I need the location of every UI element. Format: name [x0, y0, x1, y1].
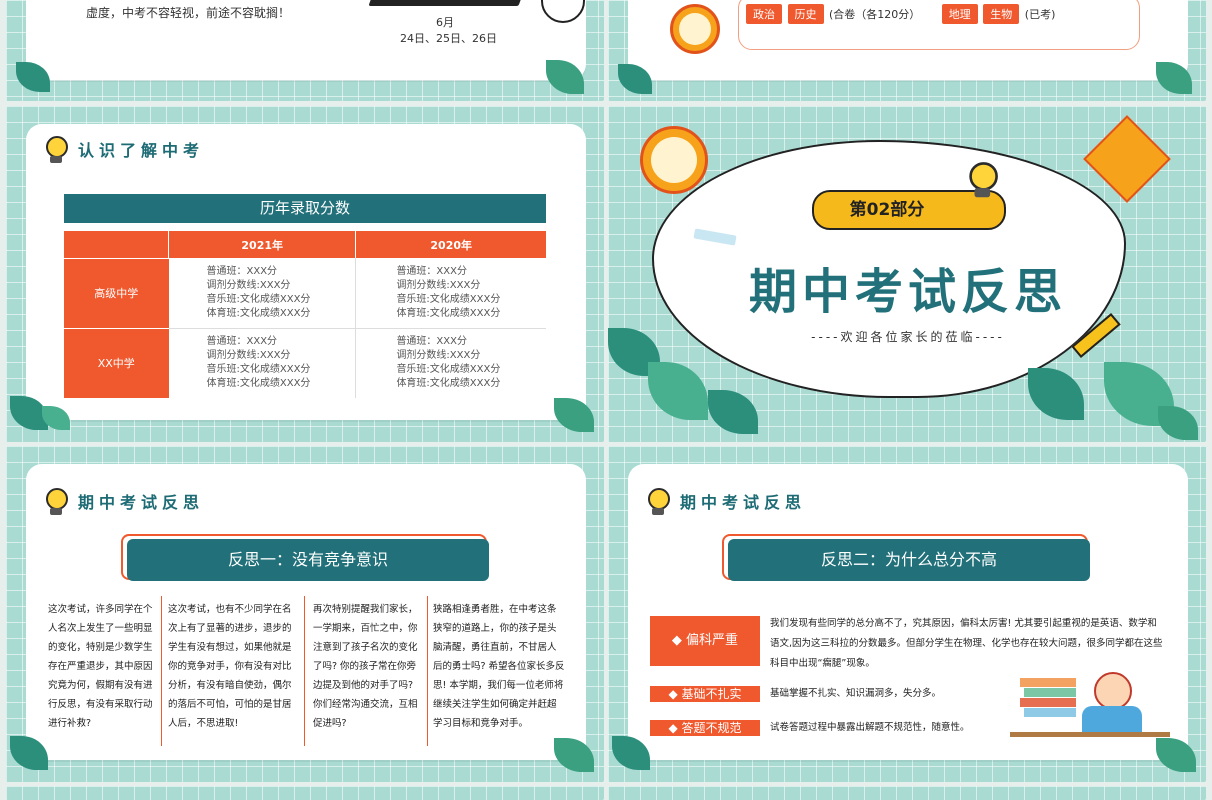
exam-date-graphic	[368, 0, 524, 6]
slide-5-thumbnail[interactable]: 期中考试反思 反思一：没有竞争意识 这次考试，许多同学在个人名次上发生了一些明显…	[6, 446, 604, 782]
section-banner: 反思一：没有竞争意识	[127, 539, 489, 581]
table-header-cell: 2021年	[168, 231, 357, 258]
column-divider	[304, 596, 305, 746]
alarm-clock-icon	[640, 126, 708, 194]
subject-tag: 政治	[746, 4, 782, 24]
kite-icon	[1083, 115, 1171, 203]
column-divider	[427, 596, 428, 746]
subtitle: ----欢迎各位家长的莅临----	[811, 330, 1005, 344]
leaf-decoration	[708, 390, 758, 434]
main-title: 期中考试反思	[748, 264, 1067, 320]
issue-text: 基础掌握不扎实、知识漏洞多，失分多。	[770, 688, 942, 699]
section-header: 期中考试反思	[38, 484, 204, 518]
slide-3-thumbnail[interactable]: 认识了解中考 历年录取分数 2021年 2020年 高级中学 普通班：XXX分调…	[6, 106, 604, 442]
leaf-decoration	[554, 738, 594, 772]
paragraph: 这次考试，许多同学在个人名次上发生了一些明显的变化，特别是少数学生存在严重退步，…	[48, 604, 153, 729]
leaf-decoration	[648, 362, 708, 420]
subject-note: (已考)	[1024, 8, 1056, 21]
lightbulb-icon	[959, 157, 1003, 201]
lightbulb-icon	[640, 484, 674, 518]
date-days: 24日、25日、26日	[400, 32, 497, 45]
slide-2-thumbnail[interactable]: 政治 历史 (合卷（各120分） 地理 生物 (已考)	[608, 0, 1206, 101]
book-icon	[1024, 708, 1076, 717]
paragraph: 这次考试，也有不少同学在名次上有了显著的进步，退步的学生有没有想过，如果他就是你…	[168, 604, 292, 729]
issue-label: ◆ 偏科严重	[650, 616, 760, 666]
section-title: 期中考试反思	[680, 493, 807, 512]
table-cell: 普通班：XXX分 调剂分数线:XXX分 音乐班:文化成绩XXX分 体育班:文化成绩XX…	[168, 328, 357, 398]
issue-text: 试卷答题过程中暴露出解题不规范性，随意性。	[770, 722, 970, 733]
lightbulb-icon	[38, 132, 72, 166]
slide-8-thumbnail[interactable]	[608, 786, 1206, 800]
leaf-decoration	[1156, 738, 1196, 772]
issue-label: ◆ 基础不扎实	[650, 686, 760, 702]
slide-6-thumbnail[interactable]: 期中考试反思 反思二：为什么总分不高 ◆ 偏科严重 我们发现有些同学的总分高不了…	[608, 446, 1206, 782]
alarm-clock-icon	[670, 4, 720, 54]
subject-tags-row: 政治 历史 (合卷（各120分） 地理 生物 (已考)	[746, 4, 1055, 24]
date-month: 6月	[436, 16, 454, 29]
lightbulb-icon	[38, 484, 72, 518]
subject-tag: 生物	[983, 4, 1020, 24]
table-title-bar: 历年录取分数	[64, 194, 546, 223]
slide-7-thumbnail[interactable]	[6, 786, 604, 800]
section-header: 期中考试反思	[640, 484, 806, 518]
section-banner: 反思二：为什么总分不高	[728, 539, 1090, 581]
section-title: 期中考试反思	[78, 493, 205, 512]
table-cell: 普通班：XXX分 调剂分数线:XXX分 音乐班:文化成绩XXX分 体育班:文化成绩XX…	[168, 258, 357, 329]
table-row-label: XX中学	[64, 327, 169, 398]
leaf-decoration	[1158, 406, 1198, 440]
section-title: 认识了解中考	[78, 141, 205, 160]
section-header: 认识了解中考	[38, 132, 204, 166]
desk	[1010, 732, 1170, 737]
slide-1-thumbnail[interactable]: 虚度，中考不容轻视，前途不容耽搁！ 6月 24日、25日、26日	[6, 0, 604, 101]
leaf-decoration	[554, 398, 594, 432]
part-label: 第02部分	[849, 200, 925, 220]
table-cell: 普通班：XXX分 调剂分数线:XXX分 音乐班:文化成绩XXX分 体育班:文化成绩XX…	[355, 258, 546, 329]
subject-tag: 历史	[787, 4, 824, 24]
column-divider	[161, 596, 162, 746]
book-icon	[1020, 678, 1076, 687]
slide-2-card: 政治 历史 (合卷（各120分） 地理 生物 (已考)	[628, 0, 1188, 80]
table-row-label: 高级中学	[64, 257, 169, 328]
issue-text: 我们发现有些同学的总分高不了，究其原因，偏科太厉害! 尤其要引起重视的是英语、数…	[770, 618, 1163, 669]
book-icon	[1020, 698, 1076, 707]
paragraph: 狭路相逢勇者胜，在中考这条狭窄的道路上，你的孩子是头脑清醒，勇往直前，不甘居人后…	[433, 604, 565, 729]
book-icon	[1024, 688, 1076, 697]
leaf-decoration	[1028, 368, 1084, 420]
table-header-cell	[64, 231, 169, 258]
student-head	[1094, 672, 1132, 710]
student-illustration	[1010, 668, 1170, 742]
subject-note: (合卷（各120分）	[829, 8, 921, 21]
clock-edge-icon	[541, 0, 585, 23]
issue-label: ◆ 答题不规范	[650, 720, 760, 736]
slide-1-text: 虚度，中考不容轻视，前途不容耽搁！	[86, 6, 291, 20]
slide-1-card: 虚度，中考不容轻视，前途不容耽搁！ 6月 24日、25日、26日	[26, 0, 586, 80]
subject-tag: 地理	[941, 4, 978, 24]
paragraph: 再次特别提醒我们家长，一学期来，百忙之中，你注意到了孩子名次的变化了吗? 你的孩…	[313, 604, 418, 729]
table-cell: 普通班：XXX分 调剂分数线:XXX分 音乐班:文化成绩XXX分 体育班:文化成绩XX…	[396, 336, 501, 390]
score-table: 2021年 2020年 高级中学 普通班：XXX分 调剂分数线:XXX分 音乐班:文…	[64, 231, 546, 398]
slide-4-thumbnail[interactable]: 第02部分 期中考试反思 ----欢迎各位家长的莅临----	[608, 106, 1206, 442]
student-body	[1082, 706, 1142, 732]
table-header-cell: 2020年	[355, 231, 546, 258]
